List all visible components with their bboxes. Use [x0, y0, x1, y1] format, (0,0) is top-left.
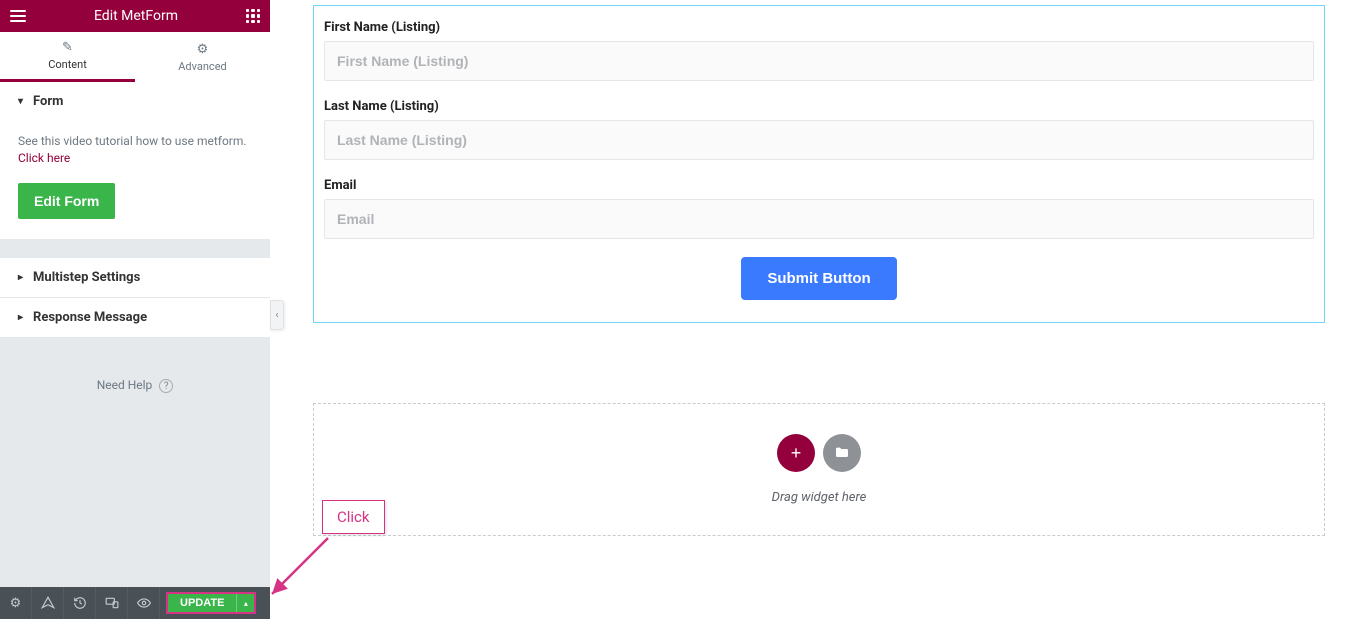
update-dropdown-button[interactable]: ▴ — [236, 594, 254, 612]
accordion-multistep[interactable]: ▸ Multistep Settings — [0, 258, 270, 298]
first-name-label: First Name (Listing) — [324, 20, 1314, 35]
dropzone-text: Drag widget here — [772, 490, 867, 505]
edit-form-button[interactable]: Edit Form — [18, 183, 115, 219]
gear-icon: ⚙ — [197, 42, 209, 57]
caret-down-icon: ▾ — [18, 96, 23, 107]
tab-advanced-label: Advanced — [178, 60, 226, 73]
folder-icon — [834, 445, 850, 461]
sidebar-tabs: ✎ Content ⚙ Advanced — [0, 32, 270, 82]
email-input[interactable] — [324, 199, 1314, 239]
caret-right-icon: ▸ — [18, 272, 23, 283]
tab-content-label: Content — [48, 58, 87, 71]
editor-canvas: First Name (Listing) Last Name (Listing)… — [313, 5, 1325, 536]
sidebar-header: Edit MetForm — [0, 0, 270, 32]
preview-icon[interactable] — [128, 587, 160, 619]
collapse-sidebar-toggle[interactable]: ‹ — [270, 300, 284, 330]
accordion-multistep-label: Multistep Settings — [33, 270, 140, 285]
panel-title: Edit MetForm — [94, 8, 178, 24]
accordion-form[interactable]: ▾ Form See this video tutorial how to us… — [0, 82, 270, 240]
help-icon: ? — [159, 379, 173, 393]
widgets-grid-icon[interactable] — [246, 9, 260, 23]
responsive-icon[interactable] — [96, 587, 128, 619]
update-button[interactable]: UPDATE — [168, 594, 236, 612]
accordion-form-label: Form — [33, 94, 63, 109]
editor-sidebar: Edit MetForm ✎ Content ⚙ Advanced ▾ Form… — [0, 0, 270, 619]
history-icon[interactable] — [64, 587, 96, 619]
metform-widget[interactable]: First Name (Listing) Last Name (Listing)… — [313, 5, 1325, 323]
annotation-arrow — [268, 536, 332, 598]
help-link[interactable]: Click here — [18, 151, 70, 165]
dropzone[interactable]: + Drag widget here — [313, 403, 1325, 536]
email-label: Email — [324, 178, 1314, 193]
plus-icon: + — [791, 443, 802, 464]
form-panel-content: See this video tutorial how to use metfo… — [0, 121, 270, 239]
help-text: See this video tutorial how to use metfo… — [18, 134, 247, 148]
tab-advanced[interactable]: ⚙ Advanced — [135, 32, 270, 82]
bottom-bar: ⚙ UPDATE ▴ — [0, 587, 270, 619]
accordion-response-label: Response Message — [33, 310, 147, 325]
accordion-response[interactable]: ▸ Response Message — [0, 298, 270, 338]
tab-content[interactable]: ✎ Content — [0, 32, 135, 82]
caret-right-icon: ▸ — [18, 312, 23, 323]
first-name-input[interactable] — [324, 41, 1314, 81]
add-section-button[interactable]: + — [777, 434, 815, 472]
submit-button[interactable]: Submit Button — [741, 257, 896, 300]
pencil-icon: ✎ — [62, 40, 73, 55]
last-name-input[interactable] — [324, 120, 1314, 160]
menu-icon[interactable] — [10, 10, 26, 22]
update-group: UPDATE ▴ — [166, 592, 256, 614]
need-help[interactable]: Need Help ? — [0, 338, 270, 394]
annotation-click-callout: Click — [322, 500, 385, 534]
navigator-icon[interactable] — [32, 587, 64, 619]
settings-icon[interactable]: ⚙ — [0, 587, 32, 619]
last-name-label: Last Name (Listing) — [324, 99, 1314, 114]
add-template-button[interactable] — [823, 434, 861, 472]
